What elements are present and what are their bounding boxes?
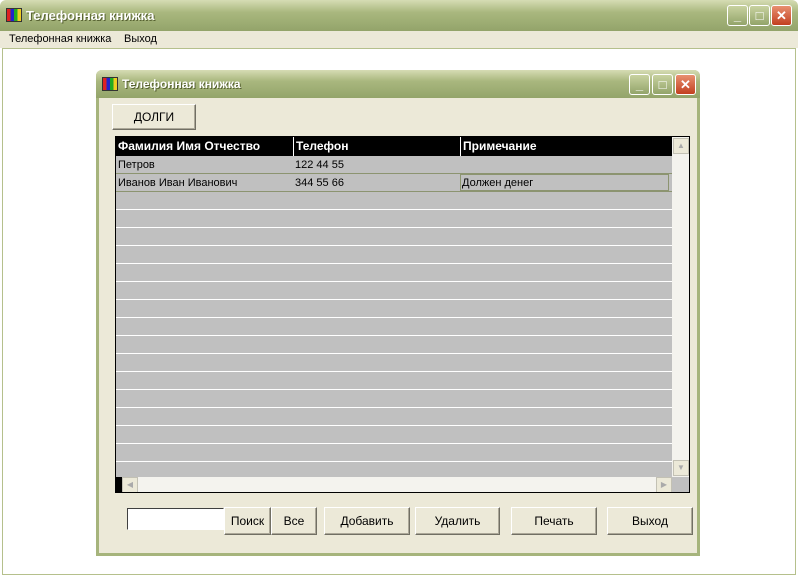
app-icon <box>6 8 22 22</box>
maximize-button[interactable]: □ <box>749 5 770 26</box>
empty-row <box>116 264 672 282</box>
dialog-icon <box>102 77 118 91</box>
column-header-name[interactable]: Фамилия Имя Отчество <box>116 137 260 156</box>
scroll-down-arrow-icon[interactable]: ▼ <box>673 460 689 476</box>
show-all-button[interactable]: Все <box>271 507 317 535</box>
horizontal-scrollbar[interactable]: ◀ ▶ <box>116 477 672 492</box>
window-title: Телефонная книжка <box>26 8 155 23</box>
print-button[interactable]: Печать <box>511 507 597 535</box>
scroll-right-arrow-icon[interactable]: ▶ <box>656 477 672 492</box>
empty-row <box>116 444 672 462</box>
scroll-left-arrow-icon[interactable]: ◀ <box>122 477 138 492</box>
empty-row <box>116 246 672 264</box>
dialog-maximize-button[interactable]: □ <box>652 74 673 95</box>
table-row[interactable]: Иванов Иван Иванович 344 55 66 Должен де… <box>116 174 672 192</box>
cell-phone: 344 55 66 <box>295 177 344 189</box>
cell-phone: 122 44 55 <box>295 159 344 171</box>
menu-phonebook[interactable]: Телефонная книжка <box>9 33 111 45</box>
cell-note-editor[interactable]: Должен денег <box>460 174 669 191</box>
search-input[interactable] <box>127 508 224 530</box>
menu-bar: Телефонная книжка Выход <box>0 31 798 48</box>
column-header-phone[interactable]: Телефон <box>293 137 348 156</box>
close-button[interactable]: ✕ <box>771 5 792 26</box>
empty-row <box>116 318 672 336</box>
vertical-scrollbar[interactable]: ▲ ▼ <box>672 137 689 477</box>
grid-rows: Петров 122 44 55 Иванов Иван Иванович 34… <box>116 156 672 480</box>
empty-row <box>116 390 672 408</box>
delete-button[interactable]: Удалить <box>415 507 500 535</box>
empty-row <box>116 282 672 300</box>
search-button[interactable]: Поиск <box>224 507 271 535</box>
main-title-bar[interactable]: Телефонная книжка _ □ ✕ <box>0 0 798 31</box>
dialog-minimize-button[interactable]: _ <box>629 74 650 95</box>
menu-exit[interactable]: Выход <box>124 33 157 45</box>
dialog-title-bar[interactable]: Телефонная книжка _ □ ✕ <box>96 70 700 98</box>
cell-name: Петров <box>118 159 155 171</box>
dialog-close-button[interactable]: ✕ <box>675 74 696 95</box>
empty-row <box>116 354 672 372</box>
empty-row <box>116 336 672 354</box>
empty-row <box>116 228 672 246</box>
empty-row <box>116 372 672 390</box>
cell-name: Иванов Иван Иванович <box>118 177 238 189</box>
empty-row <box>116 300 672 318</box>
debts-button[interactable]: ДОЛГИ <box>112 104 196 130</box>
contacts-grid: Фамилия Имя Отчество Телефон Примечание … <box>115 136 690 493</box>
exit-button[interactable]: Выход <box>607 507 693 535</box>
phonebook-dialog: Телефонная книжка _ □ ✕ ДОЛГИ Фамилия Им… <box>96 70 700 556</box>
grid-header: Фамилия Имя Отчество Телефон Примечание <box>116 137 672 156</box>
add-button[interactable]: Добавить <box>324 507 410 535</box>
table-row[interactable]: Петров 122 44 55 <box>116 156 672 174</box>
minimize-button[interactable]: _ <box>727 5 748 26</box>
empty-row <box>116 192 672 210</box>
dialog-title: Телефонная книжка <box>122 77 241 91</box>
empty-row <box>116 426 672 444</box>
scroll-up-arrow-icon[interactable]: ▲ <box>673 138 689 154</box>
empty-row <box>116 408 672 426</box>
empty-row <box>116 210 672 228</box>
column-header-note[interactable]: Примечание <box>460 137 537 156</box>
